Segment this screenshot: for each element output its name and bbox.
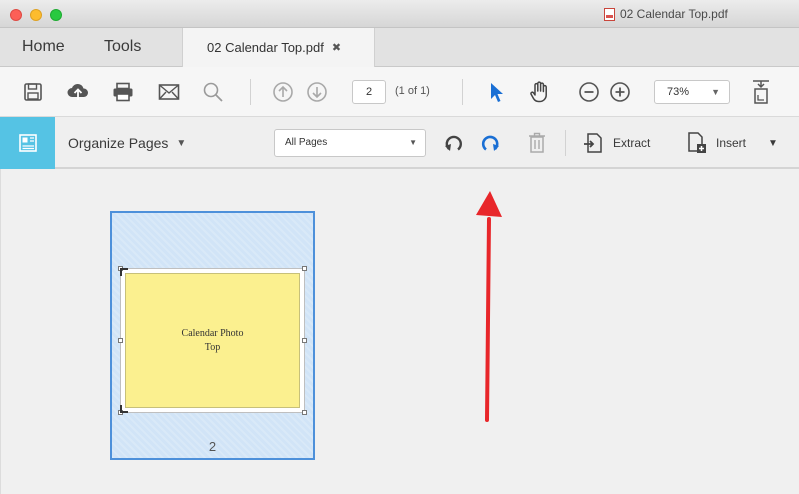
pages-filter-value: All Pages — [285, 137, 328, 148]
page-number-input[interactable]: 2 — [352, 80, 386, 104]
zoom-in-icon[interactable] — [607, 79, 633, 105]
insert-label[interactable]: Insert — [716, 136, 746, 150]
thumbnail-caption-line2: Top — [204, 341, 221, 353]
select-cursor-icon[interactable] — [483, 79, 509, 105]
email-icon[interactable] — [156, 79, 182, 105]
resize-handle — [302, 266, 307, 271]
resize-handle — [302, 338, 307, 343]
window-title: 02 Calendar Top.pdf — [604, 7, 728, 21]
page-thumbnail-image: Calendar Photo Top — [118, 266, 307, 415]
tab-bar: Home Tools 02 Calendar Top.pdf ✖ — [0, 28, 799, 67]
close-tab-icon[interactable]: ✖ — [332, 41, 341, 54]
tab-document-label: 02 Calendar Top.pdf — [207, 40, 324, 55]
insert-icon[interactable] — [684, 130, 710, 156]
fit-page-icon[interactable] — [748, 79, 774, 105]
page-number-label: 2 — [208, 439, 217, 454]
pages-filter-select[interactable]: All Pages ▼ — [274, 129, 426, 157]
organize-pages-icon[interactable] — [0, 117, 55, 169]
extract-icon[interactable] — [580, 130, 606, 156]
toolbar-separator — [462, 79, 463, 105]
next-page-icon[interactable] — [304, 79, 330, 105]
search-icon[interactable] — [200, 79, 226, 105]
window-minimize-button[interactable] — [30, 9, 42, 21]
zoom-out-icon[interactable] — [576, 79, 602, 105]
rotate-right-icon[interactable] — [477, 130, 503, 156]
print-icon[interactable] — [110, 79, 136, 105]
zoom-level-value: 73% — [667, 86, 690, 98]
crop-mark — [120, 405, 128, 413]
pdf-file-icon — [604, 7, 615, 21]
main-toolbar: 2 (1 of 1) 73% ▼ — [0, 67, 799, 117]
annotation-arrow — [476, 191, 502, 422]
thumbnail-caption-line1: Calendar Photo — [181, 327, 244, 339]
save-icon[interactable] — [20, 79, 46, 105]
delete-icon[interactable] — [524, 130, 550, 156]
prev-page-icon[interactable] — [270, 79, 296, 105]
resize-handle — [118, 338, 123, 343]
toolbar-separator — [250, 79, 251, 105]
upload-icon[interactable] — [65, 79, 91, 105]
extract-label[interactable]: Extract — [613, 136, 650, 150]
window-close-button[interactable] — [10, 9, 22, 21]
organize-pages-menu[interactable]: Organize Pages ▼ — [68, 135, 186, 151]
chevron-down-icon: ▼ — [409, 138, 417, 147]
crop-mark — [120, 268, 128, 276]
resize-handle — [302, 410, 307, 415]
chevron-down-icon: ▼ — [176, 137, 187, 149]
zoom-level-select[interactable]: 73% ▼ — [654, 80, 730, 104]
rotate-left-icon[interactable] — [441, 130, 467, 156]
page-thumbnails-area: Calendar Photo Top 2 — [0, 169, 799, 494]
organize-pages-title: Organize Pages — [68, 135, 169, 151]
page-count-label: (1 of 1) — [395, 85, 430, 97]
tab-document[interactable]: 02 Calendar Top.pdf ✖ — [182, 28, 375, 67]
chevron-down-icon: ▼ — [711, 87, 720, 97]
tab-tools[interactable]: Tools — [104, 38, 141, 56]
window-maximize-button[interactable] — [50, 9, 62, 21]
chevron-down-icon[interactable]: ▼ — [768, 138, 778, 149]
toolbar-separator — [565, 130, 566, 156]
window-title-text: 02 Calendar Top.pdf — [620, 7, 728, 21]
page-content-preview: Calendar Photo Top — [125, 273, 300, 408]
page-thumbnail-selected[interactable]: Calendar Photo Top 2 — [110, 211, 315, 460]
title-bar: 02 Calendar Top.pdf — [0, 0, 799, 28]
hand-icon[interactable] — [527, 79, 553, 105]
tab-home[interactable]: Home — [22, 38, 65, 56]
organize-pages-bar: Organize Pages ▼ All Pages ▼ Extract Ins… — [0, 117, 799, 169]
